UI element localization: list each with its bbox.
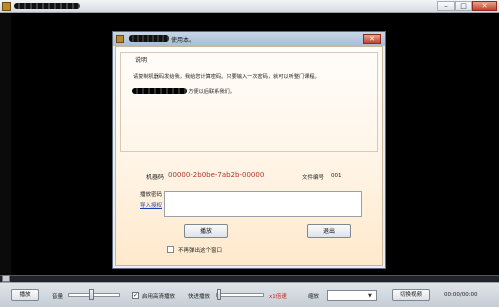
dialog-title: 使用本。 [171, 37, 196, 44]
volume-label: 音量 [52, 294, 64, 300]
chevron-down-icon[interactable]: ▼ [368, 293, 372, 299]
instruction-text-2: ，方便以后联系我们。 [183, 89, 235, 95]
player-titlebar: – □ ✕ [0, 0, 499, 13]
close-button[interactable]: ✕ [472, 1, 497, 11]
dialog-body: 说明 请复制机器码发给我，我给您计算密码。只要输入一次密码，就可以听整门课程。 … [115, 46, 383, 266]
instruction-text-1: 请复制机器码发给我，我给您计算密码。只要输入一次密码，就可以听整门课程。 [133, 74, 320, 80]
volume-handle[interactable] [89, 289, 95, 300]
control-bar: 播放 音量 ✓ 启用高清播放 快进播放 x1倍速 缩放 ▼ 切换视频 00:00… [0, 282, 499, 307]
no-popup-label: 不再弹出这个窗口 [178, 248, 223, 254]
redacted-dialog-title [129, 35, 169, 42]
machine-code-value[interactable]: 00000-2b0be-7ab2b-00000 [168, 171, 264, 179]
file-number-label: 文件编号 [302, 175, 325, 181]
password-label: 播放密码 [140, 192, 163, 198]
left-strip [0, 13, 11, 283]
maximize-button[interactable]: □ [455, 1, 472, 11]
instructions-group: 说明 请复制机器码发给我，我给您计算密码。只要输入一次密码，就可以听整门课程。 … [120, 52, 378, 152]
password-input[interactable] [164, 191, 362, 217]
dialog-titlebar: 使用本。 ✕ [113, 32, 385, 46]
hq-label: 启用高清播放 [142, 294, 176, 300]
seek-handle[interactable] [2, 275, 10, 282]
import-license-link[interactable]: 导入授权 [140, 201, 162, 209]
time-display: 00:00/00:00 [444, 292, 478, 298]
file-number-value: 001 [331, 173, 342, 179]
dialog-close-button[interactable]: ✕ [363, 34, 381, 44]
fast-forward-handle[interactable] [217, 289, 221, 300]
exit-button[interactable]: 退出 [307, 224, 351, 238]
fast-forward-label: 快进播放 [188, 294, 211, 300]
group-label: 说明 [133, 55, 150, 64]
machine-code-label: 机器码 [146, 174, 165, 181]
play-button[interactable]: 播放 [184, 224, 228, 238]
hq-checkbox[interactable]: ✓ [132, 292, 139, 299]
fast-forward-slider[interactable] [216, 293, 264, 297]
redacted-title [14, 3, 80, 9]
no-popup-checkbox[interactable] [167, 246, 174, 253]
speed-label: x1倍速 [269, 294, 287, 300]
seek-bar[interactable] [0, 275, 499, 282]
minimize-button[interactable]: – [437, 1, 455, 11]
password-dialog: 使用本。 ✕ 说明 请复制机器码发给我，我给您计算密码。只要输入一次密码，就可以… [112, 31, 386, 269]
dialog-app-icon [116, 35, 124, 43]
play-pause-button[interactable]: 播放 [11, 289, 39, 301]
switch-video-button[interactable]: 切换视频 [392, 289, 430, 301]
app-icon [2, 2, 11, 11]
redacted-contact [132, 88, 187, 94]
zoom-label: 缩放 [308, 294, 320, 300]
